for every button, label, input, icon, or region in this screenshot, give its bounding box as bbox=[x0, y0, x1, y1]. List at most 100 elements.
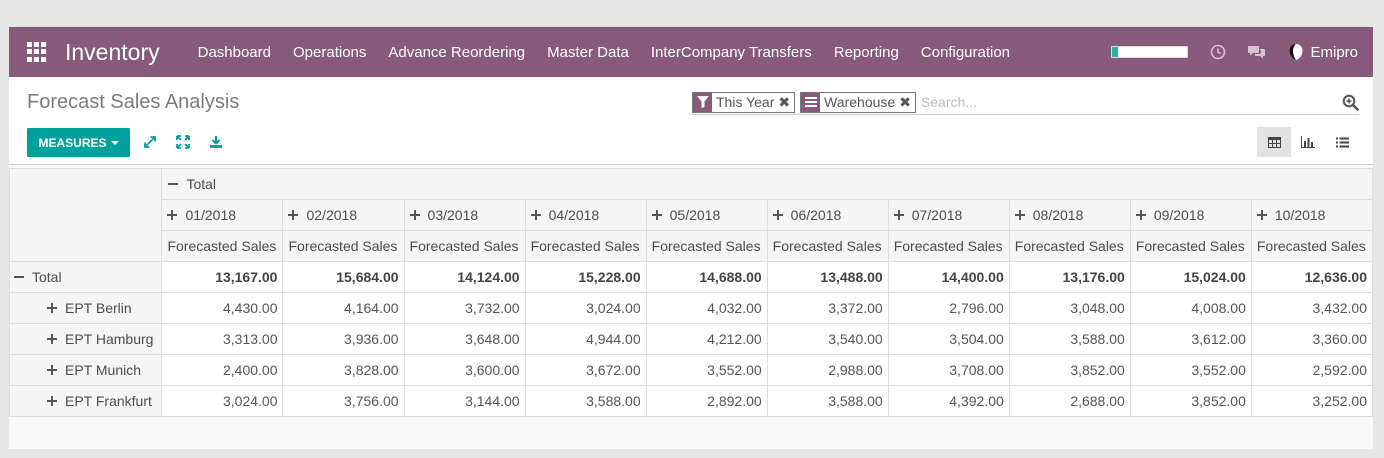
pivot-cell[interactable]: 13,488.00 bbox=[766, 261, 889, 293]
pivot-measure-header[interactable]: Forecasted Sales bbox=[645, 230, 768, 262]
pivot-cell[interactable]: 3,936.00 bbox=[282, 323, 405, 355]
pivot-cell[interactable]: 3,144.00 bbox=[403, 385, 526, 417]
pivot-cell[interactable]: 2,400.00 bbox=[161, 354, 284, 386]
pivot-cell[interactable]: 14,124.00 bbox=[403, 261, 526, 293]
pivot-col-header-month[interactable]: 02/2018 bbox=[282, 199, 405, 231]
pivot-cell[interactable]: 2,988.00 bbox=[766, 354, 889, 386]
pivot-cell[interactable]: 2,688.00 bbox=[1008, 385, 1131, 417]
pivot-cell[interactable]: 4,392.00 bbox=[887, 385, 1010, 417]
download-icon[interactable] bbox=[209, 135, 223, 154]
pivot-cell[interactable]: 13,176.00 bbox=[1008, 261, 1131, 293]
pivot-cell[interactable]: 3,360.00 bbox=[1250, 323, 1373, 355]
pivot-col-header-month[interactable]: 09/2018 bbox=[1129, 199, 1252, 231]
pivot-cell[interactable]: 3,672.00 bbox=[524, 354, 647, 386]
pivot-cell[interactable]: 3,504.00 bbox=[887, 323, 1010, 355]
pivot-cell[interactable]: 12,636.00 bbox=[1250, 261, 1373, 293]
clock-icon[interactable] bbox=[1210, 44, 1226, 60]
pivot-cell[interactable]: 3,588.00 bbox=[1008, 323, 1131, 355]
search-icon[interactable] bbox=[1342, 94, 1359, 116]
expand-arrows-icon[interactable] bbox=[143, 135, 157, 154]
pivot-col-header-month[interactable]: 06/2018 bbox=[766, 199, 889, 231]
menu-advance-reordering[interactable]: Advance Reordering bbox=[377, 44, 536, 61]
pivot-col-header-month[interactable]: 07/2018 bbox=[887, 199, 1010, 231]
pivot-cell[interactable]: 3,372.00 bbox=[766, 292, 889, 324]
expand-all-icon[interactable] bbox=[176, 135, 190, 154]
pivot-cell[interactable]: 3,828.00 bbox=[282, 354, 405, 386]
pivot-cell[interactable]: 4,430.00 bbox=[161, 292, 284, 324]
pivot-col-header-month[interactable]: 03/2018 bbox=[403, 199, 526, 231]
pivot-cell[interactable]: 3,552.00 bbox=[1129, 354, 1252, 386]
user-menu[interactable]: Emipro bbox=[1288, 43, 1358, 61]
pivot-measure-header[interactable]: Forecasted Sales bbox=[524, 230, 647, 262]
pivot-cell[interactable]: 2,892.00 bbox=[645, 385, 768, 417]
menu-intercompany-transfers[interactable]: InterCompany Transfers bbox=[640, 44, 823, 61]
pivot-cell[interactable]: 3,313.00 bbox=[161, 323, 284, 355]
menu-master-data[interactable]: Master Data bbox=[536, 44, 640, 61]
pivot-measure-header[interactable]: Forecasted Sales bbox=[403, 230, 526, 262]
pivot-cell[interactable]: 4,164.00 bbox=[282, 292, 405, 324]
pivot-row-header[interactable]: EPT Frankfurt bbox=[9, 385, 163, 417]
pivot-cell[interactable]: 4,008.00 bbox=[1129, 292, 1252, 324]
chat-icon[interactable] bbox=[1248, 44, 1266, 60]
pivot-cell[interactable]: 2,796.00 bbox=[887, 292, 1010, 324]
menu-configuration[interactable]: Configuration bbox=[910, 44, 1021, 61]
pivot-cell[interactable]: 3,708.00 bbox=[887, 354, 1010, 386]
pivot-measure-header[interactable]: Forecasted Sales bbox=[1129, 230, 1252, 262]
pivot-cell[interactable]: 3,432.00 bbox=[1250, 292, 1373, 324]
pivot-measure-header[interactable]: Forecasted Sales bbox=[282, 230, 405, 262]
pivot-cell[interactable]: 3,588.00 bbox=[766, 385, 889, 417]
pivot-row-header[interactable]: EPT Berlin bbox=[9, 292, 163, 324]
pivot-cell[interactable]: 3,600.00 bbox=[403, 354, 526, 386]
pivot-row-header[interactable]: EPT Munich bbox=[9, 354, 163, 386]
pivot-col-header-month[interactable]: 01/2018 bbox=[161, 199, 284, 231]
pivot-measure-header[interactable]: Forecasted Sales bbox=[1008, 230, 1131, 262]
measures-button[interactable]: MEASURES bbox=[27, 128, 130, 157]
facet-remove-icon[interactable]: ✖ bbox=[899, 94, 911, 111]
pivot-cell[interactable]: 4,032.00 bbox=[645, 292, 768, 324]
pivot-cell[interactable]: 3,048.00 bbox=[1008, 292, 1131, 324]
pivot-cell[interactable]: 3,024.00 bbox=[161, 385, 284, 417]
pivot-measure-header[interactable]: Forecasted Sales bbox=[161, 230, 284, 262]
pivot-cell[interactable]: 3,648.00 bbox=[403, 323, 526, 355]
facet-remove-icon[interactable]: ✖ bbox=[778, 94, 790, 111]
pivot-cell[interactable]: 3,852.00 bbox=[1129, 385, 1252, 417]
search-input[interactable] bbox=[920, 94, 1359, 110]
pivot-measure-header[interactable]: Forecasted Sales bbox=[766, 230, 889, 262]
pivot-cell[interactable]: 14,688.00 bbox=[645, 261, 768, 293]
pivot-cell[interactable]: 4,212.00 bbox=[645, 323, 768, 355]
pivot-total-col-header[interactable]: Total bbox=[161, 168, 1373, 200]
pivot-cell[interactable]: 2,592.00 bbox=[1250, 354, 1373, 386]
pivot-cell[interactable]: 3,732.00 bbox=[403, 292, 526, 324]
pivot-col-header-month[interactable]: 04/2018 bbox=[524, 199, 647, 231]
pivot-view-button[interactable] bbox=[1257, 127, 1291, 157]
menu-dashboard[interactable]: Dashboard bbox=[187, 44, 282, 61]
pivot-cell[interactable]: 3,540.00 bbox=[766, 323, 889, 355]
row-label: EPT Berlin bbox=[65, 300, 132, 316]
pivot-cell[interactable]: 3,252.00 bbox=[1250, 385, 1373, 417]
pivot-measure-header[interactable]: Forecasted Sales bbox=[887, 230, 1010, 262]
pivot-row-header[interactable]: EPT Hamburg bbox=[9, 323, 163, 355]
list-view-button[interactable] bbox=[1325, 127, 1359, 157]
graph-view-button[interactable] bbox=[1291, 127, 1325, 157]
pivot-cell[interactable]: 4,944.00 bbox=[524, 323, 647, 355]
pivot-col-header-month[interactable]: 10/2018 bbox=[1250, 199, 1373, 231]
pivot-cell[interactable]: 3,588.00 bbox=[524, 385, 647, 417]
pivot-cell[interactable]: 15,684.00 bbox=[282, 261, 405, 293]
pivot-cell[interactable]: 3,756.00 bbox=[282, 385, 405, 417]
pivot-cell[interactable]: 15,228.00 bbox=[524, 261, 647, 293]
menu-operations[interactable]: Operations bbox=[282, 44, 377, 61]
pivot-col-header-month[interactable]: 05/2018 bbox=[645, 199, 768, 231]
pivot-cell[interactable]: 3,024.00 bbox=[524, 292, 647, 324]
pivot-cell[interactable]: 14,400.00 bbox=[887, 261, 1010, 293]
pivot-total-row-header[interactable]: Total bbox=[9, 261, 163, 293]
pivot-col-header-month[interactable]: 08/2018 bbox=[1008, 199, 1131, 231]
search-view: This Year ✖ Warehouse ✖ bbox=[692, 90, 1359, 115]
apps-grid-icon[interactable] bbox=[27, 42, 47, 62]
pivot-cell[interactable]: 3,852.00 bbox=[1008, 354, 1131, 386]
menu-reporting[interactable]: Reporting bbox=[823, 44, 910, 61]
pivot-cell[interactable]: 15,024.00 bbox=[1129, 261, 1252, 293]
pivot-measure-header[interactable]: Forecasted Sales bbox=[1250, 230, 1373, 262]
pivot-cell[interactable]: 3,552.00 bbox=[645, 354, 768, 386]
pivot-cell[interactable]: 3,612.00 bbox=[1129, 323, 1252, 355]
pivot-cell[interactable]: 13,167.00 bbox=[161, 261, 284, 293]
